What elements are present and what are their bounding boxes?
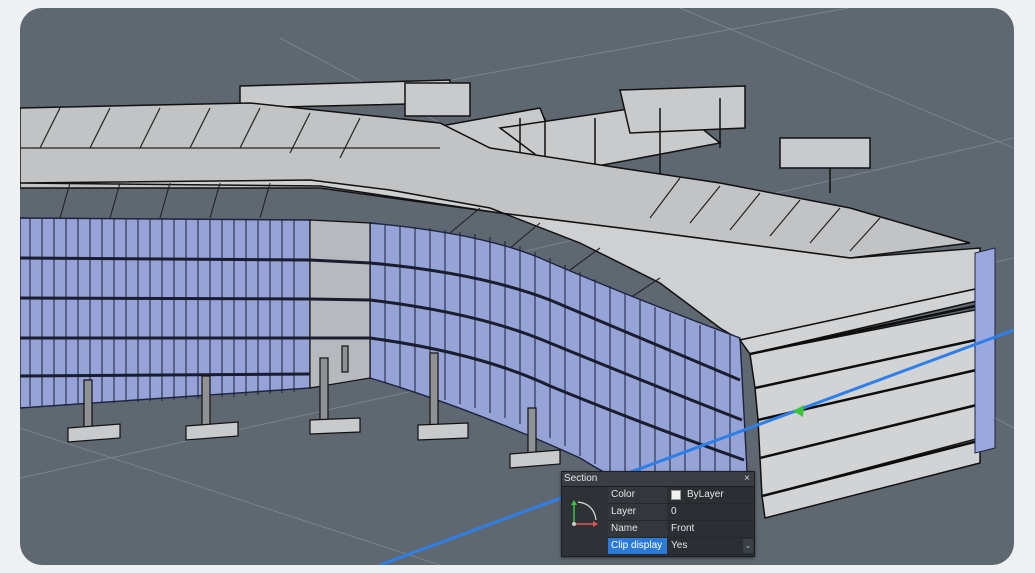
property-row-name[interactable]: Name Front (608, 521, 753, 538)
property-key: Clip display (608, 538, 667, 554)
facade-corner (309, 219, 371, 389)
right-glass-end (974, 247, 996, 454)
section-properties-panel[interactable]: Section × Color ByLayer Layer 0 Name Fro… (561, 471, 755, 557)
chevron-down-icon[interactable]: ⌄ (743, 539, 753, 553)
footings (67, 417, 561, 469)
property-value[interactable]: Yes ⌄ (667, 538, 753, 554)
property-key: Name (608, 521, 667, 537)
property-value[interactable]: 0 (667, 504, 753, 520)
clip-display-value: Yes (671, 540, 688, 551)
viewport-3d[interactable] (20, 8, 1014, 565)
building-model[interactable] (20, 8, 1014, 565)
property-row-layer[interactable]: Layer 0 (608, 504, 753, 521)
property-value[interactable]: ByLayer (667, 487, 753, 503)
property-key: Layer (608, 504, 667, 520)
property-key: Color (608, 487, 667, 503)
color-swatch (671, 490, 681, 500)
property-row-clip-display[interactable]: Clip display Yes ⌄ (608, 538, 753, 555)
section-plane-icon (571, 500, 598, 527)
properties-grid: Color ByLayer Layer 0 Name Front Clip di… (608, 487, 753, 555)
color-value: ByLayer (687, 489, 724, 500)
panel-title: Section (564, 473, 598, 484)
close-icon[interactable]: × (744, 472, 750, 486)
panel-title-bar[interactable]: Section × (562, 472, 754, 487)
property-value[interactable]: Front (667, 521, 753, 537)
property-row-color[interactable]: Color ByLayer (608, 487, 753, 504)
